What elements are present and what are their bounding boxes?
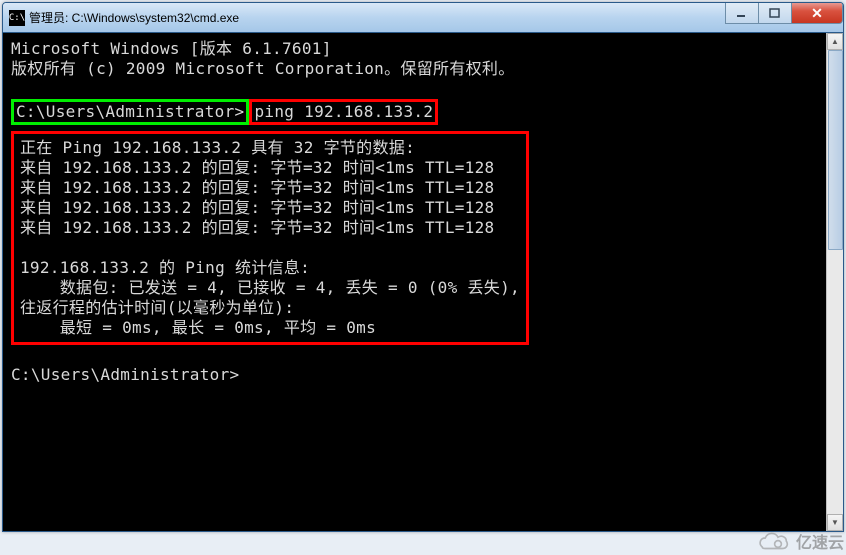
terminal-line: 版权所有 (c) 2009 Microsoft Corporation。保留所有… xyxy=(11,59,835,79)
titlebar[interactable]: C:\ 管理员: C:\Windows\system32\cmd.exe ✕ xyxy=(3,3,843,33)
window-title: 管理员: C:\Windows\system32\cmd.exe xyxy=(29,9,726,26)
terminal-line xyxy=(20,238,520,258)
cmd-icon: C:\ xyxy=(9,10,25,26)
command-highlight-red: ping 192.168.133.2 xyxy=(249,99,438,125)
command-line: C:\Users\Administrator>ping 192.168.133.… xyxy=(11,99,835,125)
terminal-line: 最短 = 0ms, 最长 = 0ms, 平均 = 0ms xyxy=(20,318,520,338)
watermark: 亿速云 xyxy=(754,529,844,553)
minimize-button[interactable] xyxy=(725,3,759,24)
terminal-line: 192.168.133.2 的 Ping 统计信息: xyxy=(20,258,520,278)
terminal-line: 来自 192.168.133.2 的回复: 字节=32 时间<1ms TTL=1… xyxy=(20,198,520,218)
scroll-thumb[interactable] xyxy=(828,50,843,250)
cloud-icon xyxy=(754,529,790,553)
close-icon: ✕ xyxy=(811,5,823,22)
terminal-line: 数据包: 已发送 = 4, 已接收 = 4, 丢失 = 0 (0% 丢失), xyxy=(20,278,520,298)
app-window: C:\ 管理员: C:\Windows\system32\cmd.exe ✕ M… xyxy=(2,2,844,532)
terminal-line xyxy=(11,345,835,365)
terminal-line: 来自 192.168.133.2 的回复: 字节=32 时间<1ms TTL=1… xyxy=(20,178,520,198)
terminal-line: 正在 Ping 192.168.133.2 具有 32 字节的数据: xyxy=(20,138,520,158)
terminal-line: 来自 192.168.133.2 的回复: 字节=32 时间<1ms TTL=1… xyxy=(20,158,520,178)
terminal-line: 来自 192.168.133.2 的回复: 字节=32 时间<1ms TTL=1… xyxy=(20,218,520,238)
terminal-area[interactable]: Microsoft Windows [版本 6.1.7601] 版权所有 (c)… xyxy=(3,33,843,531)
terminal-line xyxy=(11,79,835,99)
terminal-prompt: C:\Users\Administrator> xyxy=(11,365,835,385)
maximize-button[interactable] xyxy=(758,3,792,24)
vertical-scrollbar[interactable]: ▲ ▼ xyxy=(826,33,843,531)
prompt-highlight-green: C:\Users\Administrator> xyxy=(11,99,249,125)
minimize-icon xyxy=(736,8,748,18)
scroll-up-button[interactable]: ▲ xyxy=(827,33,843,50)
maximize-icon xyxy=(769,8,781,18)
output-highlight-red: 正在 Ping 192.168.133.2 具有 32 字节的数据: 来自 19… xyxy=(11,131,529,345)
terminal-line: 往返行程的估计时间(以毫秒为单位): xyxy=(20,298,520,318)
watermark-text: 亿速云 xyxy=(796,529,844,553)
window-controls: ✕ xyxy=(726,3,843,32)
close-button[interactable]: ✕ xyxy=(791,3,843,24)
terminal-line: Microsoft Windows [版本 6.1.7601] xyxy=(11,39,835,59)
